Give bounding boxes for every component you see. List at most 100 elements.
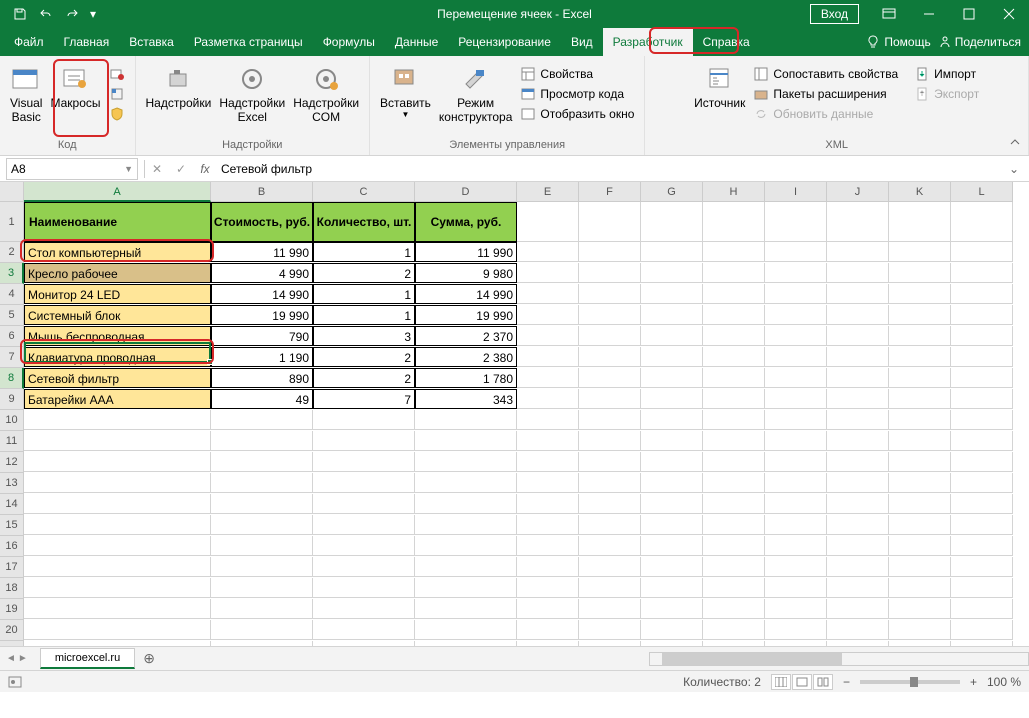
cell[interactable] xyxy=(24,599,211,619)
cell[interactable] xyxy=(313,599,415,619)
cell[interactable] xyxy=(827,494,889,514)
cell[interactable] xyxy=(703,494,765,514)
run-dialog-button[interactable]: Отобразить окно xyxy=(516,104,638,124)
cell[interactable] xyxy=(415,557,517,577)
cell[interactable] xyxy=(24,536,211,556)
minimize-icon[interactable] xyxy=(909,0,949,28)
cell[interactable] xyxy=(579,578,641,598)
cell[interactable]: 49 xyxy=(211,389,313,409)
row-header[interactable]: 20 xyxy=(0,620,24,641)
expansion-packs-button[interactable]: Пакеты расширения xyxy=(749,84,902,104)
cell[interactable]: 1 xyxy=(313,242,415,262)
cell[interactable] xyxy=(517,452,579,472)
cell[interactable] xyxy=(579,431,641,451)
cell[interactable] xyxy=(579,494,641,514)
cell[interactable] xyxy=(24,515,211,535)
cell[interactable] xyxy=(703,347,765,367)
cell[interactable] xyxy=(517,620,579,640)
row-header[interactable]: 3 xyxy=(0,263,24,284)
visual-basic-button[interactable]: Visual Basic xyxy=(6,60,46,127)
cell[interactable] xyxy=(889,347,951,367)
cell[interactable] xyxy=(641,515,703,535)
cell[interactable] xyxy=(765,326,827,346)
cell[interactable] xyxy=(641,620,703,640)
cell[interactable] xyxy=(24,410,211,430)
excel-addins-button[interactable]: Надстройки Excel xyxy=(215,60,289,127)
cell[interactable] xyxy=(211,452,313,472)
cell[interactable] xyxy=(951,389,1013,409)
cell[interactable] xyxy=(415,515,517,535)
cell[interactable] xyxy=(641,557,703,577)
cell[interactable] xyxy=(951,620,1013,640)
cell[interactable]: 7 xyxy=(313,389,415,409)
cell[interactable] xyxy=(951,536,1013,556)
tab-formulas[interactable]: Формулы xyxy=(313,28,385,56)
cell[interactable] xyxy=(703,515,765,535)
cell[interactable] xyxy=(517,536,579,556)
cell[interactable] xyxy=(951,473,1013,493)
cell[interactable] xyxy=(517,305,579,325)
redo-icon[interactable] xyxy=(60,2,84,26)
cell[interactable] xyxy=(951,452,1013,472)
import-button[interactable]: Импорт xyxy=(910,64,983,84)
cell[interactable] xyxy=(889,494,951,514)
cell[interactable] xyxy=(765,284,827,304)
cell[interactable] xyxy=(415,431,517,451)
cell[interactable] xyxy=(765,515,827,535)
cell[interactable] xyxy=(211,473,313,493)
cell[interactable] xyxy=(827,347,889,367)
sheet-tab[interactable]: microexcel.ru xyxy=(40,648,135,669)
cell[interactable] xyxy=(641,494,703,514)
undo-icon[interactable] xyxy=(34,2,58,26)
name-box-input[interactable] xyxy=(11,162,91,176)
cell[interactable] xyxy=(827,515,889,535)
qat-customize-icon[interactable]: ▾ xyxy=(86,2,100,26)
cell[interactable] xyxy=(765,473,827,493)
tab-data[interactable]: Данные xyxy=(385,28,448,56)
cell[interactable] xyxy=(313,452,415,472)
cell[interactable] xyxy=(517,326,579,346)
cell[interactable] xyxy=(951,263,1013,283)
normal-view-icon[interactable] xyxy=(771,674,791,690)
cell[interactable] xyxy=(703,578,765,598)
cell[interactable] xyxy=(827,410,889,430)
cell[interactable] xyxy=(765,347,827,367)
row-header[interactable]: 8 xyxy=(0,368,24,389)
row-header[interactable]: 12 xyxy=(0,452,24,473)
cell[interactable]: Сумма, руб. xyxy=(415,202,517,242)
zoom-in-icon[interactable]: + xyxy=(970,675,977,689)
cell[interactable] xyxy=(889,431,951,451)
cell[interactable] xyxy=(889,473,951,493)
row-header[interactable]: 1 xyxy=(0,202,24,242)
cell[interactable] xyxy=(517,515,579,535)
ribbon-display-icon[interactable] xyxy=(869,0,909,28)
cell[interactable] xyxy=(641,305,703,325)
row-header[interactable]: 14 xyxy=(0,494,24,515)
cell[interactable] xyxy=(889,284,951,304)
cell[interactable]: 1 xyxy=(313,284,415,304)
fx-icon[interactable]: fx xyxy=(193,158,217,180)
cell[interactable] xyxy=(517,557,579,577)
cell[interactable] xyxy=(641,242,703,262)
cell[interactable] xyxy=(211,641,313,646)
cell[interactable] xyxy=(827,284,889,304)
cell[interactable]: 1 xyxy=(313,305,415,325)
cell[interactable] xyxy=(517,242,579,262)
cell[interactable] xyxy=(579,410,641,430)
cell[interactable] xyxy=(951,368,1013,388)
cell[interactable] xyxy=(703,305,765,325)
cell[interactable] xyxy=(827,389,889,409)
zoom-out-icon[interactable]: − xyxy=(843,675,850,689)
cell[interactable] xyxy=(703,557,765,577)
cell[interactable] xyxy=(641,536,703,556)
col-header[interactable]: H xyxy=(703,182,765,202)
cell[interactable]: 14 990 xyxy=(211,284,313,304)
cell[interactable] xyxy=(415,473,517,493)
cell[interactable] xyxy=(889,242,951,262)
maximize-icon[interactable] xyxy=(949,0,989,28)
design-mode-button[interactable]: Режим конструктора xyxy=(435,60,517,127)
cell[interactable] xyxy=(951,347,1013,367)
tab-home[interactable]: Главная xyxy=(54,28,120,56)
cell[interactable] xyxy=(211,620,313,640)
row-header[interactable]: 16 xyxy=(0,536,24,557)
